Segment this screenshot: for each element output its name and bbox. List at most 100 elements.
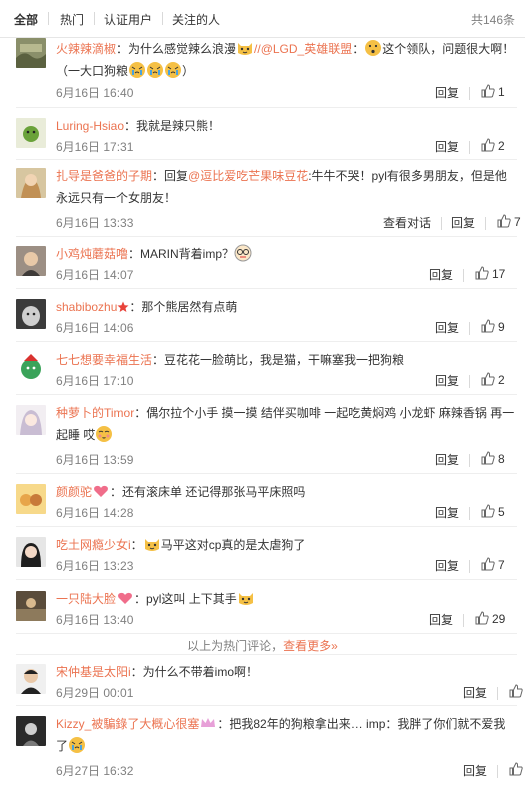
view-more-link[interactable]: 查看更多»: [283, 639, 338, 653]
comment-username[interactable]: 扎导是爸爸的子期: [56, 169, 152, 183]
like-count: 29: [492, 612, 506, 626]
like-button[interactable]: 2: [481, 138, 505, 153]
comment-mention-link[interactable]: @逗比爱吃芒果味豆花: [188, 169, 308, 183]
heart-badge-icon: [118, 592, 132, 604]
comment-divider: [16, 473, 517, 474]
comment-time: 6月16日 13:59: [56, 453, 134, 467]
user-avatar[interactable]: [16, 537, 46, 567]
comment-panel: 全部 热门 认证用户 关注的人 共146条 火辣辣滴椒：为什么感觉辣么浪漫 //@…: [0, 0, 525, 785]
reply-button[interactable]: 回复: [435, 319, 459, 336]
comment-actions: 回复 17: [429, 266, 525, 286]
user-avatar[interactable]: [16, 405, 46, 435]
like-button[interactable]: 17: [475, 266, 505, 281]
user-avatar[interactable]: [16, 716, 46, 746]
comment-username[interactable]: 一只陆大脸: [56, 592, 116, 606]
action-divider: [497, 687, 498, 700]
tab-following[interactable]: 关注的人: [172, 11, 220, 28]
comment-time: 6月29日 00:01: [56, 686, 134, 700]
user-avatar[interactable]: [16, 299, 46, 329]
comment-username[interactable]: 小鸡炖蘑菇噜: [56, 247, 128, 261]
comment-divider: [16, 394, 517, 395]
like-count: 2: [498, 139, 505, 153]
reply-button[interactable]: 回复: [435, 451, 459, 468]
like-button[interactable]: 7: [497, 214, 521, 229]
comment-divider: [16, 654, 517, 655]
reply-button[interactable]: 回复: [463, 684, 487, 701]
user-avatar[interactable]: [16, 38, 46, 68]
reply-button[interactable]: 回复: [435, 372, 459, 389]
user-avatar[interactable]: [16, 664, 46, 694]
action-divider: [469, 375, 470, 388]
comment-username[interactable]: 吃土网瘾少女i: [56, 538, 131, 552]
comment-divider: [16, 579, 517, 580]
nerd-face-emoji-icon: [234, 244, 252, 262]
like-button[interactable]: [509, 684, 523, 699]
like-button[interactable]: 9: [481, 319, 505, 334]
comment-username[interactable]: 种萝卜的Timor: [56, 406, 134, 420]
comment-total-count: 共146条: [470, 13, 515, 27]
comment-username[interactable]: Luring-Hsiao: [56, 119, 124, 133]
comment-username[interactable]: 七七想要幸福生活: [56, 353, 152, 367]
view-conversation-button[interactable]: 查看对话: [383, 214, 431, 231]
comment-divider: [16, 526, 517, 527]
comment-text: ：: [130, 538, 143, 552]
comment-actions: 回复 8: [435, 451, 525, 471]
user-avatar[interactable]: [16, 591, 46, 621]
like-button[interactable]: [509, 762, 523, 777]
tab-divider: [162, 12, 163, 25]
like-button[interactable]: 1: [481, 84, 505, 99]
comment-time: 6月16日 13:40: [56, 613, 134, 627]
comment-text: ：我就是辣只熊！: [124, 119, 221, 133]
reply-button[interactable]: 回复: [435, 557, 459, 574]
comment-mention-link[interactable]: //@LGD_英雄联盟: [254, 42, 352, 56]
user-avatar[interactable]: [16, 246, 46, 276]
tab-hot[interactable]: 热门: [60, 11, 84, 28]
like-button[interactable]: 7: [481, 557, 505, 572]
reply-button[interactable]: 回复: [451, 214, 475, 231]
comment-username[interactable]: 火辣辣滴椒: [56, 42, 116, 56]
action-divider: [469, 322, 470, 335]
reply-button[interactable]: 回复: [435, 138, 459, 155]
crying-face-emoji-icon: [165, 62, 182, 78]
like-button[interactable]: 8: [481, 451, 505, 466]
user-avatar[interactable]: [16, 352, 46, 382]
comment-divider: [16, 236, 517, 237]
action-divider: [463, 269, 464, 282]
action-divider: [469, 454, 470, 467]
tab-all[interactable]: 全部: [14, 11, 38, 28]
comment-divider: [16, 288, 517, 289]
like-count: 9: [498, 320, 505, 334]
like-button[interactable]: 29: [475, 611, 505, 626]
tab-verified-users[interactable]: 认证用户: [104, 11, 152, 28]
like-count: 1: [498, 85, 505, 99]
comment-username[interactable]: Kizzy_被騙錄了大概心很塞: [56, 717, 199, 731]
comment-text: ：回复: [152, 169, 189, 183]
comment-actions: 回复 9: [435, 319, 525, 339]
reply-button[interactable]: 回复: [463, 762, 487, 779]
comment-username[interactable]: 颜颜驼: [56, 485, 92, 499]
user-avatar[interactable]: [16, 484, 46, 514]
like-count: 7: [498, 558, 505, 572]
thumbs-up-icon: [509, 762, 523, 776]
comment-filter-tabs: 全部 热门 认证用户 关注的人 共146条: [0, 0, 525, 38]
like-count: 17: [492, 267, 506, 281]
cat-face-emoji-icon: [144, 539, 159, 551]
user-avatar[interactable]: [16, 168, 46, 198]
comment-time: 6月16日 14:07: [56, 268, 134, 282]
reply-button[interactable]: 回复: [435, 504, 459, 521]
comment-username[interactable]: shabibozhu: [56, 300, 117, 314]
comment-actions: 回复 2: [435, 372, 525, 392]
like-button[interactable]: 5: [481, 504, 505, 519]
comment-text: ：豆花花一脸萌比，我是猫，干嘛塞我一把狗粮: [152, 353, 405, 367]
comment-username[interactable]: 宋仲基是太阳i: [56, 665, 131, 679]
thumbs-up-icon: [481, 138, 495, 152]
thumbs-up-icon: [481, 84, 495, 98]
like-button[interactable]: 2: [481, 372, 505, 387]
thumbs-up-icon: [509, 684, 523, 698]
reply-button[interactable]: 回复: [435, 84, 459, 101]
comment-actions: 回复 1: [435, 84, 525, 104]
user-avatar[interactable]: [16, 118, 46, 148]
comment-divider: [16, 705, 517, 706]
reply-button[interactable]: 回复: [429, 266, 453, 283]
reply-button[interactable]: 回复: [429, 611, 453, 628]
